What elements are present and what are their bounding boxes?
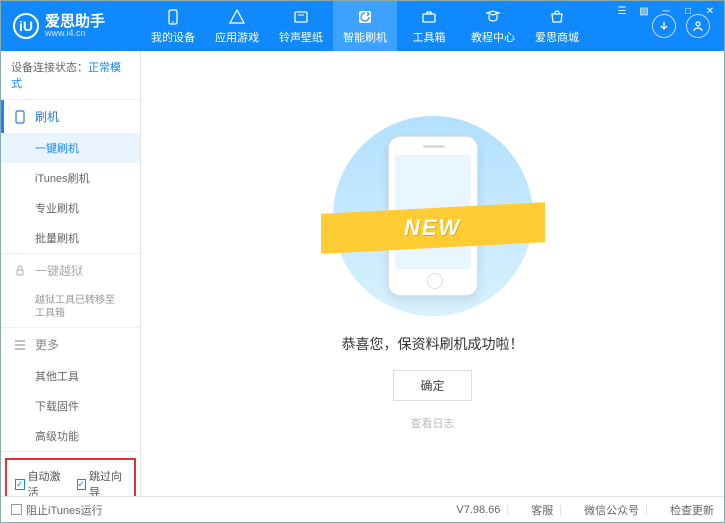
nav-ringtones[interactable]: 铃声壁纸 bbox=[269, 1, 333, 51]
toolbox-icon bbox=[420, 8, 438, 26]
phone-icon bbox=[164, 8, 182, 26]
flash-icon bbox=[356, 8, 374, 26]
sidebar-item-other[interactable]: 其他工具 bbox=[1, 361, 140, 391]
section-title: 更多 bbox=[35, 336, 59, 353]
nav-label: 爱思商城 bbox=[535, 29, 579, 45]
main-content: NEW 恭喜您，保资料刷机成功啦！ 确定 查看日志 bbox=[141, 51, 724, 496]
wechat-link[interactable]: 微信公众号 bbox=[584, 502, 639, 518]
support-link[interactable]: 客服 bbox=[531, 502, 553, 518]
statusbar: 阻止iTunes运行 V7.98.66 | 客服 | 微信公众号 | 检查更新 bbox=[1, 496, 724, 522]
nav-label: 我的设备 bbox=[151, 29, 195, 45]
nav-apps[interactable]: 应用游戏 bbox=[205, 1, 269, 51]
sidebar-item-batch[interactable]: 批量刷机 bbox=[1, 223, 140, 253]
nav-flash[interactable]: 智能刷机 bbox=[333, 1, 397, 51]
auto-activate-checkbox[interactable]: ✓ 自动激活 bbox=[15, 468, 65, 496]
version-label: V7.98.66 bbox=[456, 504, 500, 516]
app-logo-icon: iU bbox=[13, 13, 39, 39]
sidebar-item-firmware[interactable]: 下载固件 bbox=[1, 391, 140, 421]
nav-my-device[interactable]: 我的设备 bbox=[141, 1, 205, 51]
nav-label: 应用游戏 bbox=[215, 29, 259, 45]
success-message: 恭喜您，保资料刷机成功啦！ bbox=[342, 334, 524, 354]
app-name: 爱思助手 bbox=[45, 14, 105, 29]
tutorial-icon bbox=[484, 8, 502, 26]
confirm-button[interactable]: 确定 bbox=[393, 370, 471, 401]
nav-label: 铃声壁纸 bbox=[279, 29, 323, 45]
logo-area: iU 爱思助手 www.i4.cn bbox=[1, 13, 141, 39]
checkbox-icon: ✓ bbox=[77, 479, 87, 490]
phone-icon bbox=[13, 110, 27, 124]
wallpaper-icon bbox=[292, 8, 310, 26]
skin-icon[interactable]: ▧ bbox=[633, 2, 655, 20]
checkbox-label: 自动激活 bbox=[28, 468, 65, 496]
sidebar-item-oneclick[interactable]: 一键刷机 bbox=[1, 133, 140, 163]
menu-icon[interactable]: ☰ bbox=[611, 2, 633, 20]
checkbox-label: 跳过向导 bbox=[89, 468, 126, 496]
success-illustration: NEW bbox=[333, 116, 533, 316]
sidebar-item-advanced[interactable]: 高级功能 bbox=[1, 421, 140, 451]
conn-label: 设备连接状态： bbox=[11, 62, 88, 74]
nav-store[interactable]: 爱思商城 bbox=[525, 1, 589, 51]
section-title: 刷机 bbox=[35, 108, 59, 125]
jailbreak-note: 越狱工具已转移至 工具箱 bbox=[1, 287, 140, 327]
apps-icon bbox=[228, 8, 246, 26]
checkbox-label: 阻止iTunes运行 bbox=[26, 502, 103, 518]
section-title: 一键越狱 bbox=[35, 262, 83, 279]
nav-tutorials[interactable]: 教程中心 bbox=[461, 1, 525, 51]
lock-icon bbox=[13, 264, 27, 278]
sidebar-section-jailbreak[interactable]: 一键越狱 bbox=[1, 254, 140, 287]
close-button[interactable]: ✕ bbox=[699, 2, 721, 20]
sidebar-item-itunes[interactable]: iTunes刷机 bbox=[1, 163, 140, 193]
nav-label: 工具箱 bbox=[413, 29, 446, 45]
titlebar: iU 爱思助手 www.i4.cn 我的设备 应用游戏 铃声壁纸 智能刷机 bbox=[1, 1, 724, 51]
store-icon bbox=[548, 8, 566, 26]
minimize-button[interactable]: ─ bbox=[655, 2, 677, 20]
view-log-link[interactable]: 查看日志 bbox=[411, 415, 455, 431]
menu-icon bbox=[13, 338, 27, 352]
ribbon-text: NEW bbox=[404, 215, 461, 241]
connection-status: 设备连接状态：正常模式 bbox=[1, 51, 140, 100]
sidebar: 设备连接状态：正常模式 刷机 一键刷机 iTunes刷机 专业刷机 批量刷机 一… bbox=[1, 51, 141, 496]
app-url: www.i4.cn bbox=[45, 29, 105, 38]
block-itunes-checkbox[interactable]: 阻止iTunes运行 bbox=[11, 502, 103, 518]
sidebar-section-flash[interactable]: 刷机 bbox=[1, 100, 140, 133]
skip-guide-checkbox[interactable]: ✓ 跳过向导 bbox=[77, 468, 127, 496]
checkbox-icon bbox=[11, 504, 22, 515]
sidebar-section-more[interactable]: 更多 bbox=[1, 328, 140, 361]
nav-label: 教程中心 bbox=[471, 29, 515, 45]
top-nav: 我的设备 应用游戏 铃声壁纸 智能刷机 工具箱 教程中心 bbox=[141, 1, 638, 51]
maximize-button[interactable]: □ bbox=[677, 2, 699, 20]
check-update-link[interactable]: 检查更新 bbox=[670, 502, 714, 518]
checkbox-icon: ✓ bbox=[15, 479, 25, 490]
sidebar-item-pro[interactable]: 专业刷机 bbox=[1, 193, 140, 223]
options-highlight: ✓ 自动激活 ✓ 跳过向导 bbox=[5, 458, 136, 496]
nav-toolbox[interactable]: 工具箱 bbox=[397, 1, 461, 51]
nav-label: 智能刷机 bbox=[343, 29, 387, 45]
